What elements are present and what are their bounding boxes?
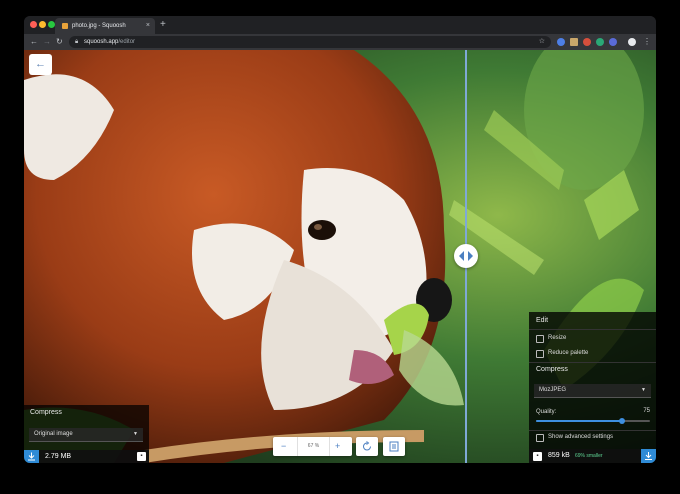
left-compress-title: Compress: [30, 409, 62, 416]
zoom-in-button[interactable]: +: [335, 437, 340, 456]
left-download-button[interactable]: [24, 450, 39, 463]
quality-slider-thumb[interactable]: [618, 418, 625, 424]
quality-value[interactable]: 75: [643, 408, 650, 414]
bookmark-star-icon[interactable]: ☆: [539, 36, 545, 48]
divider-handle[interactable]: [454, 244, 478, 268]
profile-avatar-icon[interactable]: [628, 38, 636, 46]
left-method-select[interactable]: Original image ▼: [29, 428, 143, 442]
menu-more-icon[interactable]: ⋮: [643, 34, 651, 50]
url-text: squoosh.app/editor: [84, 39, 136, 45]
new-tab-button[interactable]: +: [160, 17, 166, 33]
resize-label[interactable]: Resize: [548, 335, 566, 341]
zoom-level[interactable]: 67 %: [297, 437, 330, 456]
divider: [529, 362, 656, 363]
quality-label: Quality:: [536, 409, 557, 415]
rotate-button[interactable]: [356, 437, 378, 456]
reduce-palette-checkbox[interactable]: [536, 350, 544, 358]
save-icon[interactable]: ▪: [533, 452, 542, 461]
background-toggle-button[interactable]: [383, 437, 405, 456]
advanced-settings-label[interactable]: Show advanced settings: [548, 434, 613, 440]
left-method-value: Original image: [34, 431, 73, 437]
chevron-down-icon: ▼: [133, 431, 138, 437]
quality-slider-fill: [536, 420, 622, 422]
tab-bar: photo.jpg - Squoosh × +: [24, 16, 656, 34]
chevron-down-icon: ▼: [641, 387, 646, 393]
address-bar[interactable]: 🔒︎ squoosh.app/editor ☆: [69, 36, 551, 48]
resize-checkbox[interactable]: [536, 335, 544, 343]
browser-toolbar: ← → ↻ 🔒︎ squoosh.app/editor ☆ ⋮: [24, 34, 656, 50]
left-file-size: 2.79 MB: [45, 453, 72, 460]
extension-icon[interactable]: [596, 38, 604, 46]
split-arrows-icon: [459, 251, 473, 261]
compress-section-title: Compress: [536, 366, 568, 373]
tab-photo[interactable]: photo.jpg - Squoosh ×: [55, 18, 155, 34]
edit-section-title: Edit: [536, 317, 549, 324]
advanced-settings-checkbox[interactable]: [536, 434, 544, 442]
background-toggle-icon: [389, 441, 399, 452]
tab-close-icon[interactable]: ×: [146, 18, 150, 34]
compressed-file-size: 859 kB: [548, 452, 570, 459]
tab-title: photo.jpg - Squoosh: [72, 23, 126, 29]
browser-window: photo.jpg - Squoosh × + ← → ↻ 🔒︎ squoosh…: [24, 16, 656, 463]
rotate-icon: [363, 441, 371, 451]
back-to-home-button[interactable]: ←: [29, 54, 52, 75]
divider: [529, 329, 656, 330]
maximize-window-button[interactable]: [48, 21, 55, 28]
reduce-palette-label[interactable]: Reduce palette: [548, 350, 588, 356]
close-window-button[interactable]: [30, 21, 37, 28]
quality-slider[interactable]: [536, 418, 650, 424]
divider: [529, 430, 656, 431]
back-button[interactable]: ←: [30, 34, 38, 50]
size-savings: 69% smaller: [575, 453, 603, 459]
left-options-panel: Compress Original image ▼ 2.79 MB ▪: [24, 405, 149, 463]
lock-icon: 🔒︎: [75, 39, 79, 45]
download-icon: [28, 452, 35, 461]
right-footer: ▪ 859 kB 69% smaller: [529, 449, 656, 463]
reload-button[interactable]: ↻: [56, 34, 63, 50]
zoom-controls: − 67 % +: [273, 437, 352, 456]
extension-icon[interactable]: [583, 38, 591, 46]
extension-icon[interactable]: [570, 38, 578, 46]
minimize-window-button[interactable]: [39, 21, 46, 28]
extension-icon[interactable]: [609, 38, 617, 46]
forward-button[interactable]: →: [43, 34, 51, 50]
encoder-value: MozJPEG: [539, 387, 567, 393]
zoom-out-button[interactable]: −: [281, 437, 286, 456]
save-icon[interactable]: ▪: [137, 452, 146, 461]
squoosh-favicon-icon: [62, 23, 68, 29]
right-download-button[interactable]: [641, 449, 656, 463]
download-icon: [645, 452, 652, 460]
right-options-panel: Edit Resize Reduce palette Compress MozJ…: [529, 312, 656, 463]
left-footer: 2.79 MB ▪: [24, 450, 149, 463]
extension-icon[interactable]: [557, 38, 565, 46]
editor-content: ← Compress Original image ▼ 2.79 MB ▪ − …: [24, 50, 656, 463]
encoder-select[interactable]: MozJPEG ▼: [534, 384, 651, 398]
